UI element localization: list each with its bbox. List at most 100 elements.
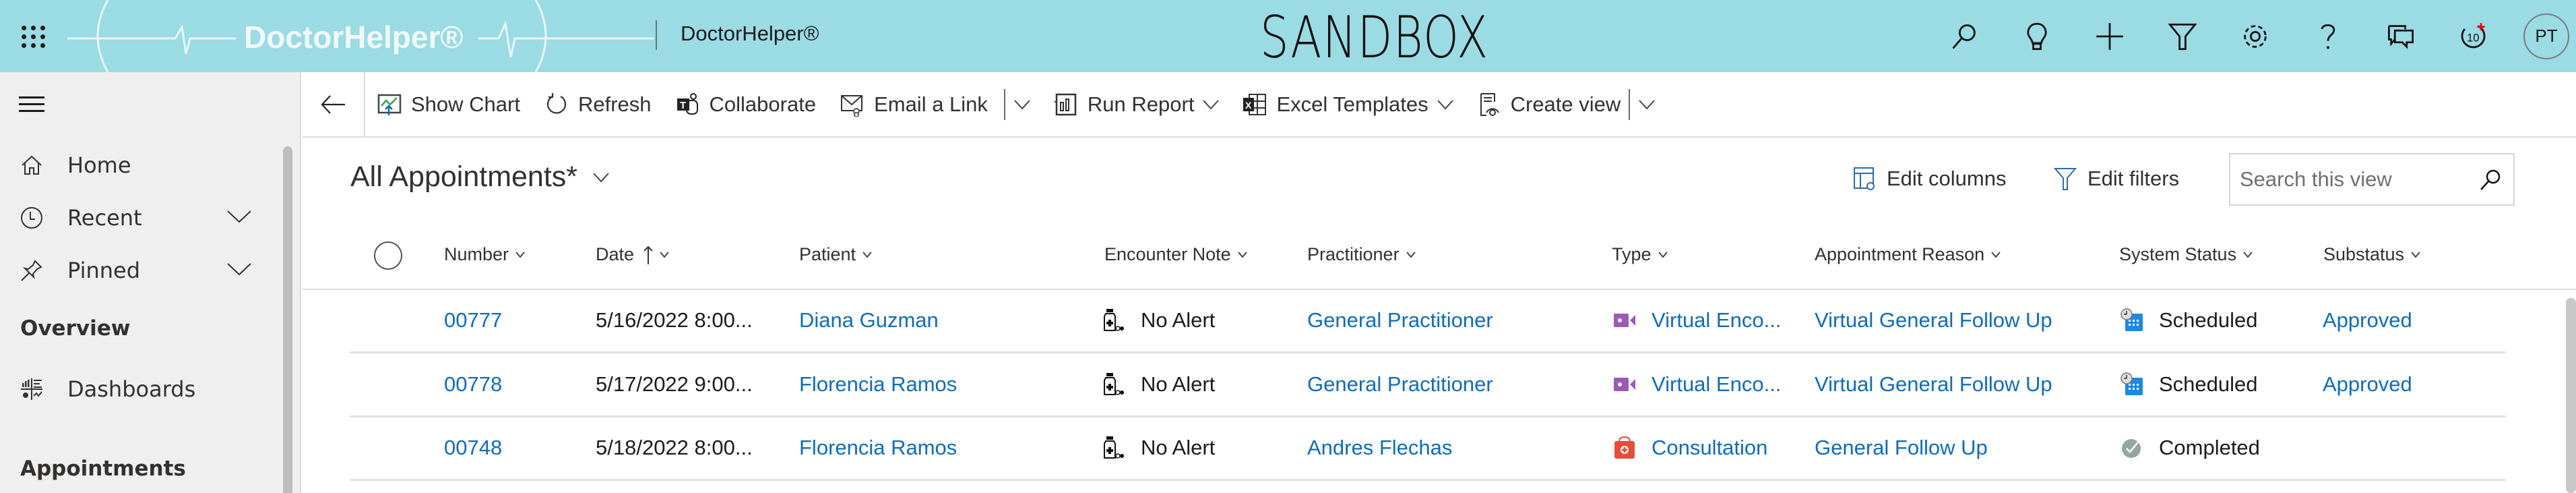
appointment-reason-link[interactable]: General Follow Up bbox=[1815, 436, 1988, 460]
substatus-link[interactable]: Approved bbox=[2323, 308, 2412, 332]
column-header-date[interactable]: Date bbox=[596, 244, 669, 265]
system-status-cell: Completed bbox=[2120, 436, 2260, 460]
table-row[interactable]: 00778 5/17/2022 9:00... Florencia Ramos … bbox=[350, 354, 2506, 417]
command-bar: Show Chart Refresh T Collaborate Email a… bbox=[303, 72, 2576, 138]
filter-icon bbox=[2168, 23, 2197, 50]
view-selector[interactable]: All Appointments* bbox=[350, 161, 610, 194]
create-view-button[interactable]: Create view bbox=[1465, 72, 1625, 136]
user-avatar[interactable]: PT bbox=[2523, 13, 2569, 59]
table-row[interactable]: 00777 5/16/2022 8:00... Diana Guzman No … bbox=[350, 290, 2506, 353]
sidebar-scrollbar[interactable] bbox=[283, 146, 292, 493]
type-link[interactable]: Consultation bbox=[1612, 436, 1767, 460]
appointment-reason-link[interactable]: Virtual General Follow Up bbox=[1815, 308, 2052, 332]
column-label: Appointment Reason bbox=[1815, 244, 1985, 264]
sidebar-item-home[interactable]: Home bbox=[0, 140, 283, 191]
encounter-note-cell: No Alert bbox=[1102, 436, 1215, 460]
number-link[interactable]: 00777 bbox=[444, 308, 502, 332]
app-launcher-icon[interactable] bbox=[19, 23, 46, 50]
excel-templates-button[interactable]: X Excel Templates bbox=[1230, 72, 1432, 136]
top-header: DoctorHelper® DoctorHelper® SANDBOX 10 P… bbox=[0, 0, 2576, 72]
sidebar-item-pinned[interactable]: Pinned bbox=[0, 245, 283, 296]
pin-icon bbox=[20, 259, 43, 282]
notifications-button[interactable]: 10 bbox=[2437, 0, 2510, 72]
sidebar-item-dashboards[interactable]: Dashboards bbox=[0, 364, 283, 415]
create-view-icon bbox=[1480, 92, 1499, 116]
substatus-link[interactable]: Approved bbox=[2323, 372, 2412, 397]
type-link[interactable]: Virtual Enco... bbox=[1612, 372, 1781, 397]
select-all-checkbox[interactable] bbox=[374, 241, 402, 270]
chevron-down-icon[interactable] bbox=[226, 260, 252, 280]
column-header-patient[interactable]: Patient bbox=[799, 244, 872, 265]
run-report-button[interactable]: Run Report bbox=[1042, 72, 1199, 136]
edit-filters-button[interactable]: Edit filters bbox=[2054, 166, 2179, 192]
back-button[interactable] bbox=[303, 72, 365, 136]
collaborate-button[interactable]: T Collaborate bbox=[664, 72, 829, 136]
edit-columns-button[interactable]: Edit columns bbox=[1853, 166, 2006, 192]
teams-icon: T bbox=[677, 92, 698, 115]
hamburger-menu-icon[interactable] bbox=[19, 96, 44, 113]
doctorhelper-logo[interactable]: DoctorHelper® bbox=[67, 0, 654, 72]
column-header-type[interactable]: Type bbox=[1612, 244, 1668, 265]
patient-link[interactable]: Diana Guzman bbox=[799, 308, 939, 332]
encounter-note-cell: No Alert bbox=[1102, 372, 1215, 397]
app-name[interactable]: DoctorHelper® bbox=[681, 22, 819, 46]
new-button[interactable] bbox=[2073, 0, 2146, 72]
search-view-input[interactable] bbox=[2240, 167, 2469, 192]
appointment-reason-link[interactable]: Virtual General Follow Up bbox=[1815, 372, 2052, 397]
medical-kit-icon bbox=[1614, 436, 1635, 459]
settings-button[interactable] bbox=[2219, 0, 2292, 72]
view-title: All Appointments* bbox=[350, 161, 578, 193]
date-cell: 5/17/2022 9:00... bbox=[596, 372, 753, 396]
environment-label: SANDBOX bbox=[1260, 4, 1489, 71]
create-view-dropdown[interactable] bbox=[1634, 72, 1660, 136]
system-status-text: Scheduled bbox=[2159, 308, 2258, 332]
email-link-button[interactable]: Email a Link bbox=[828, 72, 1000, 136]
sidebar-item-recent[interactable]: Recent bbox=[0, 192, 283, 243]
column-label: Number bbox=[444, 244, 509, 264]
column-header-encounter-note[interactable]: Encounter Note bbox=[1104, 244, 1247, 265]
logo-text: DoctorHelper® bbox=[244, 20, 464, 55]
excel-templates-dropdown[interactable] bbox=[1433, 72, 1458, 136]
table-row[interactable]: 00748 5/18/2022 8:00... Florencia Ramos … bbox=[350, 417, 2506, 481]
chevron-down-icon bbox=[1437, 99, 1453, 109]
search-button[interactable] bbox=[1928, 0, 2001, 72]
number-link[interactable]: 00778 bbox=[444, 372, 502, 397]
run-report-dropdown[interactable] bbox=[1198, 72, 1224, 136]
grid-scrollbar[interactable] bbox=[2566, 298, 2576, 493]
chevron-down-icon bbox=[862, 251, 872, 258]
system-status-text: Scheduled bbox=[2159, 372, 2258, 396]
chat-button[interactable] bbox=[2364, 0, 2437, 72]
column-header-practitioner[interactable]: Practitioner bbox=[1307, 244, 1416, 265]
search-icon[interactable] bbox=[2478, 168, 2503, 192]
chart-icon bbox=[377, 94, 402, 115]
column-header-substatus[interactable]: Substatus bbox=[2323, 244, 2420, 265]
type-link[interactable]: Virtual Enco... bbox=[1612, 308, 1781, 332]
practitioner-link[interactable]: Andres Flechas bbox=[1307, 436, 1452, 460]
search-icon bbox=[1952, 24, 1976, 49]
sidebar-item-label: Recent bbox=[67, 205, 142, 231]
notifications-icon: 10 bbox=[2461, 22, 2486, 48]
chevron-down-icon[interactable] bbox=[226, 207, 252, 227]
patient-link[interactable]: Florencia Ramos bbox=[799, 372, 957, 397]
column-label: Date bbox=[596, 244, 635, 264]
refresh-button[interactable]: Refresh bbox=[532, 72, 664, 136]
advanced-filter-button[interactable] bbox=[2146, 0, 2219, 72]
column-header-appointment-reason[interactable]: Appointment Reason bbox=[1815, 244, 2001, 265]
create-view-label: Create view bbox=[1510, 92, 1621, 116]
practitioner-link[interactable]: General Practitioner bbox=[1307, 308, 1493, 332]
patient-link[interactable]: Florencia Ramos bbox=[799, 436, 957, 460]
number-link[interactable]: 00748 bbox=[444, 436, 502, 460]
column-label: Type bbox=[1612, 244, 1652, 264]
calendar-clock-icon bbox=[2121, 308, 2143, 331]
practitioner-link[interactable]: General Practitioner bbox=[1307, 372, 1493, 397]
column-header-number[interactable]: Number bbox=[444, 244, 525, 265]
help-button[interactable] bbox=[2292, 0, 2364, 72]
type-text: Virtual Enco... bbox=[1652, 308, 1782, 332]
ideas-button[interactable] bbox=[2001, 0, 2073, 72]
show-chart-button[interactable]: Show Chart bbox=[365, 72, 532, 136]
email-link-label: Email a Link bbox=[874, 92, 988, 116]
column-header-system-status[interactable]: System Status bbox=[2119, 244, 2253, 265]
medicine-bottle-icon bbox=[1104, 373, 1124, 395]
chevron-down-icon bbox=[2411, 251, 2420, 258]
more-commands-dropdown[interactable] bbox=[1009, 72, 1035, 136]
